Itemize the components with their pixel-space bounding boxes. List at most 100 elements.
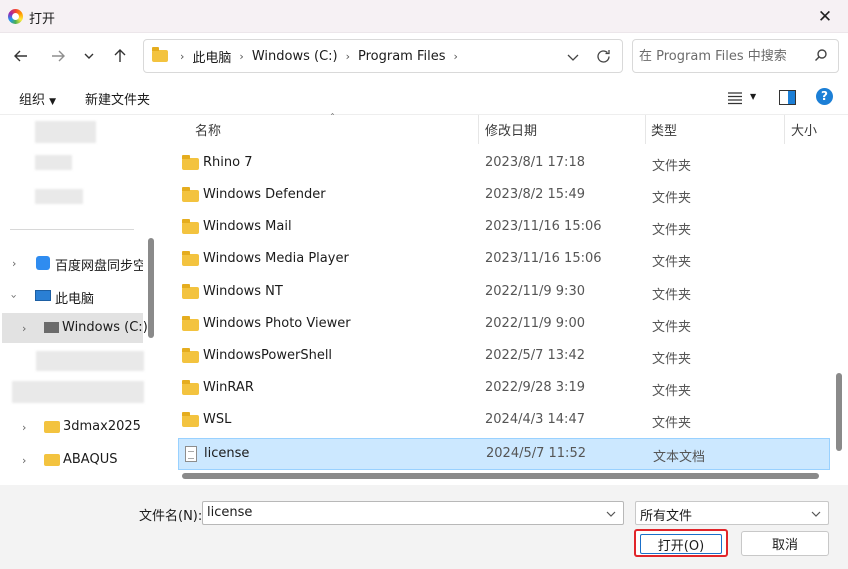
command-bar: 组织 ▼ 新建文件夹 ▼ [0, 81, 848, 115]
text-document-icon [185, 446, 197, 462]
folder-icon [182, 316, 199, 331]
blurred-quick-access-item[interactable] [35, 189, 83, 204]
file-name: WSL [203, 412, 232, 427]
folder-icon [182, 187, 199, 202]
folder-icon [182, 155, 199, 170]
folder-icon [182, 412, 199, 427]
file-name: Windows NT [203, 284, 283, 299]
nav-item-label: ABAQUS [63, 452, 118, 467]
file-date: 2023/8/1 17:18 [485, 155, 585, 170]
address-bar[interactable]: › 此电脑 › Windows (C:) › Program Files › [143, 39, 623, 73]
view-list-icon[interactable] [727, 91, 743, 105]
chevron-down-icon[interactable] [605, 508, 617, 520]
file-row[interactable]: WindowsPowerShell 2022/5/7 13:42 文件夹 [178, 341, 830, 373]
search-icon[interactable] [814, 48, 828, 62]
dialog-footer: 文件名(N): license 所有文件 打开(O) 取消 [0, 485, 848, 569]
file-row[interactable]: Windows NT 2022/11/9 9:30 文件夹 [178, 277, 830, 309]
chevron-right-icon[interactable]: › [12, 257, 16, 270]
file-type: 文件夹 [652, 320, 692, 335]
open-button[interactable]: 打开(O) [640, 534, 722, 554]
folder-icon [182, 284, 199, 299]
back-button[interactable] [8, 43, 34, 69]
file-type: 文件夹 [652, 288, 692, 303]
chevron-down-icon[interactable] [810, 508, 822, 520]
file-row[interactable]: Rhino 7 2023/8/1 17:18 文件夹 [178, 148, 830, 180]
preview-pane-icon[interactable] [779, 90, 796, 105]
filename-field[interactable]: license [202, 501, 624, 525]
file-name: Rhino 7 [203, 155, 253, 170]
file-list-horizontal-scrollbar-thumb[interactable] [182, 473, 819, 479]
view-options-caret-icon[interactable]: ▼ [750, 92, 756, 101]
file-list: 名称 ˆ 修改日期 类型 大小 Rhino 7 2023/8/1 17:18 文件夹… [158, 113, 848, 485]
file-date: 2022/11/9 9:30 [485, 284, 585, 299]
file-row[interactable]: WinRAR 2022/9/28 3:19 文件夹 [178, 373, 830, 405]
column-header-date[interactable]: 修改日期 [485, 115, 537, 144]
breadcrumb-separator: › [345, 49, 350, 63]
nav-item-windows-c[interactable]: › Windows (C:) [2, 313, 148, 343]
column-divider[interactable] [478, 115, 479, 144]
file-name: Windows Defender [203, 187, 326, 202]
column-divider[interactable] [645, 115, 646, 144]
caret-down-icon: ▼ [49, 97, 57, 107]
open-button-highlight[interactable]: 打开(O) [634, 529, 728, 557]
open-file-dialog: 打开 ✕ › 此电脑 › Windows (C:) › Program File… [0, 0, 848, 569]
nav-scrollbar-thumb[interactable] [148, 238, 154, 338]
file-row[interactable]: Windows Mail 2023/11/16 15:06 文件夹 [178, 212, 830, 244]
chevron-right-icon[interactable]: › [22, 421, 26, 434]
file-date: 2022/5/7 13:42 [485, 348, 585, 363]
help-icon[interactable]: ? [816, 88, 833, 105]
column-divider[interactable] [784, 115, 785, 144]
recent-locations-button[interactable] [76, 43, 102, 69]
blurred-quick-access-item[interactable] [35, 121, 96, 143]
file-row-selected[interactable]: license 2024/5/7 11:52 文本文档 [178, 438, 830, 470]
sort-ascending-icon: ˆ [330, 113, 335, 124]
breadcrumb-this-pc[interactable]: 此电脑 [192, 47, 231, 66]
breadcrumb-separator: › [180, 49, 185, 63]
cancel-button[interactable]: 取消 [741, 531, 829, 556]
folder-icon [182, 251, 199, 266]
refresh-icon[interactable] [595, 48, 612, 65]
file-row[interactable]: Windows Defender 2023/8/2 15:49 文件夹 [178, 180, 830, 212]
folder-icon [182, 348, 199, 363]
filename-value[interactable]: license [207, 505, 252, 520]
up-button[interactable] [107, 43, 133, 69]
file-date: 2022/9/28 3:19 [485, 380, 585, 395]
blurred-quick-access-item[interactable] [35, 155, 72, 170]
search-box[interactable] [632, 39, 839, 73]
nav-item-abaqus[interactable]: › ABAQUS [0, 445, 146, 475]
breadcrumb-separator[interactable]: › [454, 50, 458, 63]
column-header-name[interactable]: 名称 [195, 115, 221, 144]
nav-item-3dmax2025[interactable]: › 3dmax2025 [0, 412, 146, 442]
file-row[interactable]: Windows Photo Viewer 2022/11/9 9:00 文件夹 [178, 309, 830, 341]
baidu-netdisk-icon [36, 256, 50, 270]
chevron-down-icon[interactable]: › [8, 294, 21, 298]
organize-label: 组织 [19, 93, 46, 108]
file-type: 文本文档 [653, 450, 706, 465]
file-type-filter[interactable]: 所有文件 [635, 501, 829, 525]
computer-icon [35, 290, 51, 301]
arrow-left-icon [14, 50, 27, 62]
chevron-right-icon[interactable]: › [22, 322, 26, 335]
nav-item-baidu-sync[interactable]: › 百度网盘同步空间 [0, 248, 146, 278]
search-input[interactable] [639, 46, 809, 66]
new-folder-button[interactable]: 新建文件夹 [85, 89, 150, 108]
nav-item-this-pc[interactable]: › 此电脑 [0, 281, 146, 311]
close-button[interactable]: ✕ [802, 0, 848, 33]
forward-button[interactable] [45, 43, 71, 69]
organize-menu[interactable]: 组织 ▼ [19, 89, 56, 108]
file-name: WindowsPowerShell [203, 348, 333, 363]
folder-icon [152, 47, 168, 62]
column-header-type[interactable]: 类型 [651, 115, 677, 144]
file-list-vertical-scrollbar-thumb[interactable] [836, 373, 842, 451]
blurred-nav-item[interactable] [12, 381, 144, 403]
file-row[interactable]: WSL 2024/4/3 14:47 文件夹 [178, 405, 830, 437]
blurred-nav-item[interactable] [36, 351, 144, 371]
breadcrumb-program-files[interactable]: Program Files [358, 49, 446, 64]
chevron-down-icon[interactable] [566, 50, 580, 64]
nav-item-label: 百度网盘同步空间 [55, 259, 143, 274]
open-button-label: 打开(O) [657, 538, 705, 554]
column-header-size[interactable]: 大小 [791, 115, 817, 144]
chevron-right-icon[interactable]: › [22, 454, 26, 467]
breadcrumb-windows-c[interactable]: Windows (C:) [252, 49, 338, 64]
file-row[interactable]: Windows Media Player 2023/11/16 15:06 文件夹 [178, 244, 830, 276]
